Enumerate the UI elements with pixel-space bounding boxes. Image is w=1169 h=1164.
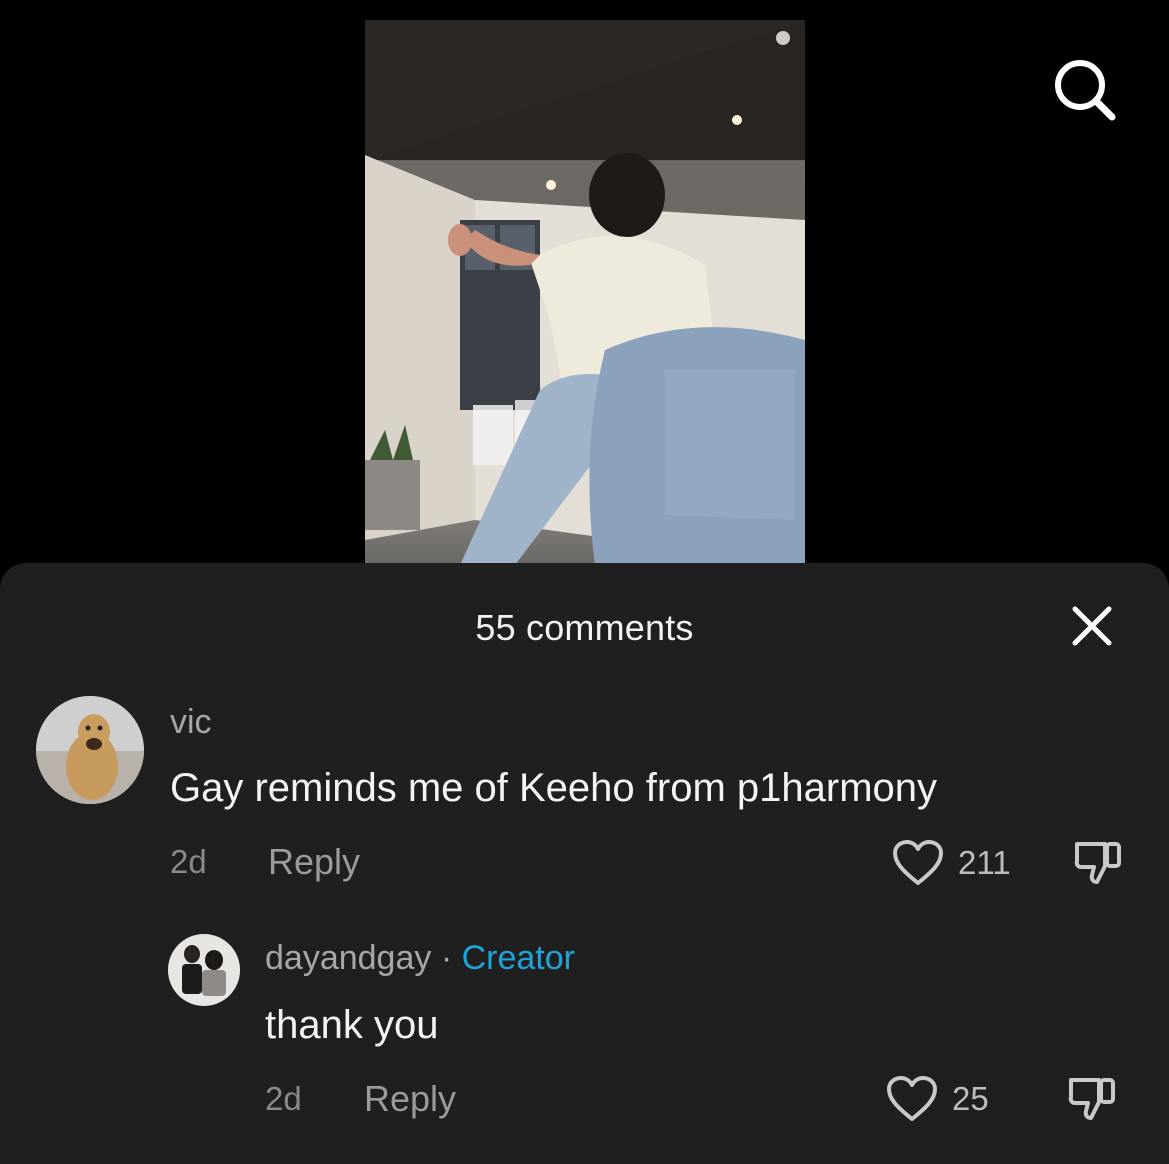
search-icon[interactable] (1050, 55, 1120, 121)
like-count: 211 (958, 844, 1011, 881)
separator-dot: · (440, 939, 453, 977)
reply-timestamp: 2d (265, 1080, 302, 1117)
creator-badge: Creator (461, 939, 575, 977)
like-count: 25 (952, 1080, 989, 1117)
heart-icon[interactable] (891, 839, 945, 887)
reply-button[interactable]: Reply (268, 841, 360, 883)
video-frame (365, 20, 805, 565)
avatar[interactable] (36, 696, 144, 804)
comment-username[interactable]: vic (170, 703, 212, 742)
reply-text: thank you (265, 1003, 439, 1047)
reply-username-line: dayandgay · Creator (265, 939, 575, 978)
reply-username[interactable]: dayandgay (265, 939, 431, 977)
comments-sheet: 55 comments vic Gay reminds me of Keeho … (0, 563, 1169, 1164)
comment-timestamp: 2d (170, 843, 207, 880)
comments-count-title: 55 comments (475, 607, 694, 648)
screen: 55 comments vic Gay reminds me of Keeho … (0, 0, 1169, 1164)
avatar[interactable] (168, 934, 240, 1006)
reply-button[interactable]: Reply (364, 1078, 456, 1120)
heart-icon[interactable] (885, 1075, 939, 1123)
close-icon[interactable] (1069, 603, 1115, 649)
thumbs-down-icon[interactable] (1065, 1072, 1119, 1126)
thumbs-down-icon[interactable] (1071, 836, 1125, 890)
comment-text: Gay reminds me of Keeho from p1harmony (170, 766, 938, 810)
video-player[interactable] (365, 20, 805, 565)
